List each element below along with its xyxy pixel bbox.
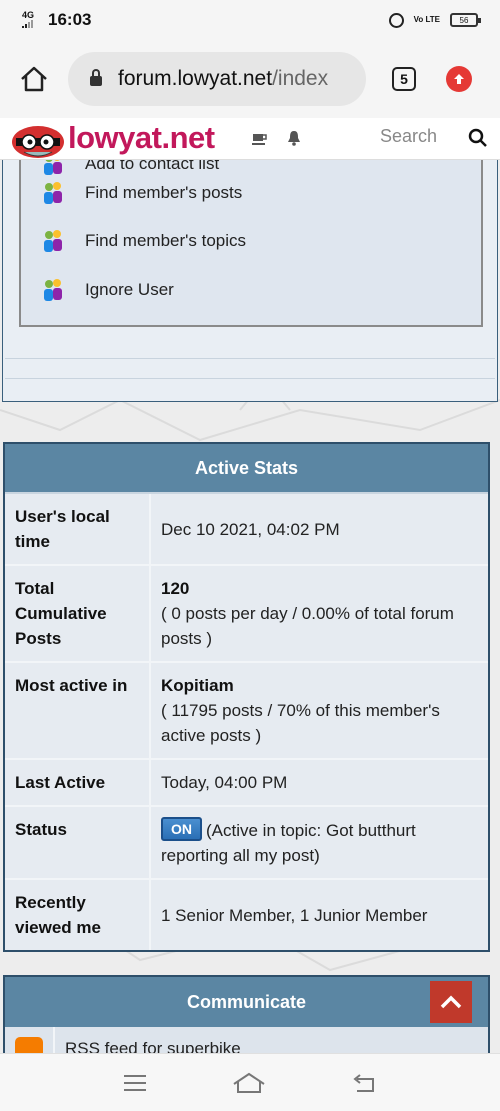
- post-stats: ( 0 posts per day / 0.00% of total forum…: [161, 604, 454, 648]
- user-options-list: Add to contact list Find member's posts …: [19, 160, 483, 327]
- ignore-user-item[interactable]: Ignore User: [41, 270, 174, 310]
- local-time-value: Dec 10 2021, 04:02 PM: [161, 519, 340, 539]
- lowyat-mascot-logo[interactable]: [10, 120, 66, 160]
- table-row: Recently viewed me 1 Senior Member, 1 Ju…: [5, 880, 488, 950]
- menu-icon[interactable]: [123, 1074, 147, 1092]
- alarm-icon: [388, 12, 404, 28]
- row-label: Most active in: [5, 663, 151, 758]
- coffee-icon[interactable]: [252, 132, 268, 146]
- row-label: User's local time: [5, 494, 151, 564]
- bell-icon[interactable]: [287, 130, 301, 146]
- battery-level: 56: [459, 15, 469, 25]
- row-label: Recently viewed me: [5, 880, 151, 950]
- status-bar: 4G 16:03 Vo LTE 56: [0, 0, 500, 40]
- page-content: Add to contact list Find member's posts …: [0, 160, 500, 1053]
- tab-switcher-button[interactable]: 5: [392, 67, 416, 91]
- row-value: 1 Senior Member, 1 Junior Member: [151, 880, 488, 950]
- last-active-value: Today, 04:00 PM: [161, 773, 288, 792]
- row-value: Today, 04:00 PM: [151, 760, 488, 805]
- row-value: ON (Active in topic: Got butthurt reporti…: [151, 807, 488, 878]
- users-icon: [44, 182, 62, 204]
- url-path: /index: [272, 67, 329, 90]
- system-navigation-bar: [0, 1053, 500, 1111]
- divider: [5, 358, 495, 359]
- battery-icon: 56: [450, 13, 481, 27]
- network-type: 4G: [22, 9, 35, 20]
- network-indicator: 4G: [22, 9, 42, 30]
- home-icon[interactable]: [232, 1072, 266, 1094]
- active-stats-title: Active Stats: [5, 444, 488, 494]
- post-count: 120: [161, 579, 190, 598]
- update-icon[interactable]: [446, 66, 472, 92]
- row-value: 120 ( 0 posts per day / 0.00% of total f…: [151, 566, 488, 661]
- table-row: Most active in Kopitiam ( 11795 posts / …: [5, 663, 488, 760]
- home-button[interactable]: [0, 66, 68, 92]
- user-options-panel: Add to contact list Find member's posts …: [2, 160, 498, 402]
- table-row: Last Active Today, 04:00 PM: [5, 760, 488, 807]
- table-row: RSS feed for superbike: [5, 1027, 488, 1053]
- find-posts-label: Find member's posts: [85, 183, 243, 202]
- address-bar[interactable]: forum.lowyat.net/index: [68, 52, 366, 106]
- communicate-title: Communicate: [5, 977, 488, 1027]
- clock: 16:03: [48, 10, 92, 29]
- ignore-user-label: Ignore User: [85, 280, 174, 299]
- forum-link[interactable]: Kopitiam: [161, 673, 478, 698]
- find-topics-item[interactable]: Find member's topics: [41, 221, 246, 261]
- signal-icon: [22, 19, 33, 28]
- browser-toolbar: forum.lowyat.net/index 5: [0, 40, 500, 118]
- add-contact-label: Add to contact list: [85, 160, 220, 173]
- scroll-to-top-button[interactable]: [430, 981, 472, 1023]
- row-label: Total Cumulative Posts: [5, 566, 151, 661]
- row-value: Kopitiam ( 11795 posts / 70% of this mem…: [151, 663, 488, 758]
- active-stats-table: Active Stats User's local time Dec 10 20…: [3, 442, 490, 952]
- search-input[interactable]: Search: [380, 126, 437, 147]
- rss-icon-cell: [5, 1027, 55, 1053]
- site-header: lowyat.net Search: [0, 118, 500, 160]
- online-status-badge: ON: [161, 817, 202, 841]
- divider: [5, 378, 495, 379]
- row-label: Last Active: [5, 760, 151, 805]
- recent-viewers-value: 1 Senior Member, 1 Junior Member: [161, 905, 428, 925]
- rss-feed-link[interactable]: RSS feed for superbike: [55, 1027, 241, 1053]
- site-logo-text[interactable]: lowyat.net: [68, 118, 215, 158]
- table-row: Status ON (Active in topic: Got butthurt …: [5, 807, 488, 880]
- communicate-table: Communicate RSS feed for superbike: [3, 975, 490, 1053]
- lock-icon: [90, 69, 102, 86]
- row-label: Status: [5, 807, 151, 878]
- home-icon: [21, 66, 47, 92]
- search-icon[interactable]: [468, 128, 488, 148]
- url-host: forum.lowyat.net: [118, 67, 273, 90]
- find-topics-label: Find member's topics: [85, 231, 247, 250]
- chevron-up-icon: [440, 995, 462, 1009]
- back-icon[interactable]: [351, 1073, 377, 1093]
- find-posts-item[interactable]: Find member's posts: [41, 173, 242, 213]
- users-icon: [44, 230, 62, 252]
- forum-stats: ( 11795 posts / 70% of this member's act…: [161, 701, 440, 745]
- rss-icon: [15, 1037, 43, 1053]
- table-row: Total Cumulative Posts 120 ( 0 posts per…: [5, 566, 488, 663]
- volte-indicator: Vo LTE: [413, 15, 440, 24]
- users-icon: [44, 279, 62, 301]
- row-value: Dec 10 2021, 04:02 PM: [151, 494, 488, 564]
- table-row: User's local time Dec 10 2021, 04:02 PM: [5, 494, 488, 566]
